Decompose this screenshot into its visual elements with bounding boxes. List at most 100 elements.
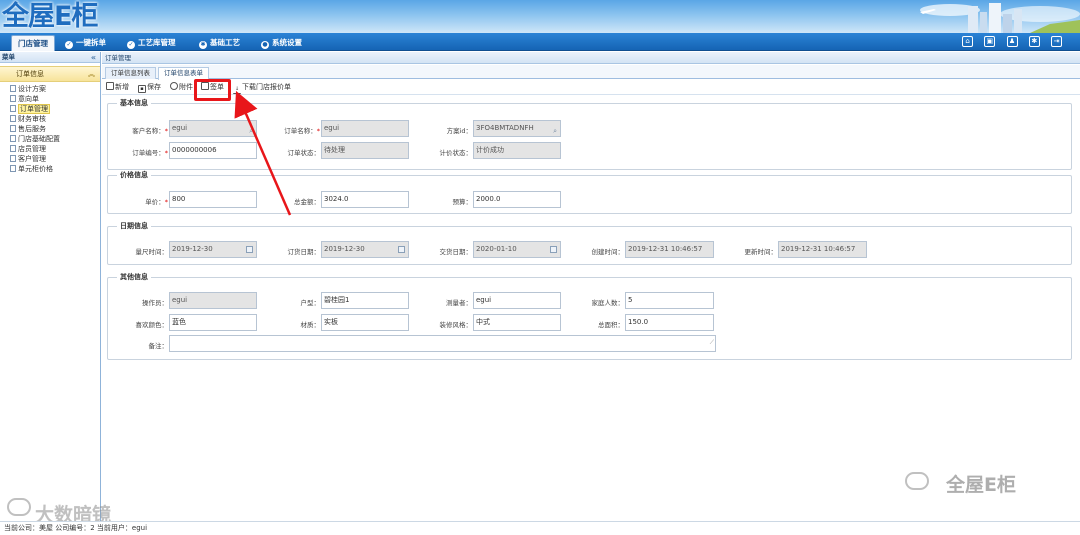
- created-time-field[interactable]: 2019-12-31 10:46:57: [625, 241, 714, 258]
- nav-icon-group: ⌂ ▣ ♟ ✱ ⇥: [953, 36, 1062, 49]
- sidebar-item-store-config[interactable]: 门店基础配置: [10, 134, 100, 144]
- unit-price-field[interactable]: 800: [169, 191, 257, 208]
- user-icon[interactable]: ♟: [1006, 36, 1018, 47]
- customer-name-field[interactable]: egui ⌕: [169, 120, 257, 137]
- save-button[interactable]: ▪ 保存: [138, 82, 161, 93]
- delivery-date-field[interactable]: 2020-01-10: [473, 241, 561, 258]
- watermark-right: 全屋E柜: [946, 474, 1016, 496]
- main-nav: 门店管理 ✓ 一键拆单 ✓ 工艺库管理 ✱ 基础工艺 ● 系统设置 ⌂ ▣ ♟ ✱ ⇥: [0, 33, 1080, 51]
- field-value: 2020-01-10: [476, 245, 517, 253]
- logout-icon[interactable]: ⇥: [1051, 36, 1062, 47]
- attachment-icon: [170, 82, 178, 90]
- total-field[interactable]: 3024.0: [321, 191, 409, 208]
- lock-icon[interactable]: ▣: [984, 36, 996, 47]
- search-icon[interactable]: ⌕: [249, 124, 253, 139]
- family-size-field[interactable]: 5: [625, 292, 714, 309]
- nav-tab-settings[interactable]: ● 系统设置: [261, 35, 302, 51]
- sidebar-item-order-mgmt[interactable]: 订单管理: [10, 104, 100, 114]
- calendar-icon[interactable]: [398, 246, 405, 253]
- total-area-field[interactable]: 150.0: [625, 314, 714, 331]
- material-field[interactable]: 实板: [321, 314, 409, 331]
- decor-style-label: 装修风格：: [439, 321, 473, 329]
- nav-tab-label: 一键拆单: [76, 38, 106, 47]
- total-area-label: 总面积：: [598, 321, 624, 329]
- home-icon[interactable]: ⌂: [962, 36, 974, 47]
- sidebar-item-staff[interactable]: 店员管理: [10, 144, 100, 154]
- download-icon: ↓: [233, 86, 241, 94]
- family-size-label: 家庭人数：: [591, 299, 625, 307]
- nav-tab-store[interactable]: 门店管理: [11, 35, 55, 51]
- new-button-label: 新增: [115, 83, 129, 91]
- document-icon: [10, 165, 16, 172]
- decor-style-field[interactable]: 中式: [473, 314, 561, 331]
- delivery-date-label: 交货日期：: [439, 248, 473, 256]
- order-no-field[interactable]: 0000000006: [169, 142, 257, 159]
- favorite-color-label: 喜欢颜色：: [135, 321, 169, 329]
- search-icon[interactable]: ⌕: [553, 124, 557, 139]
- calendar-icon[interactable]: [246, 246, 253, 253]
- document-icon: [10, 115, 16, 122]
- sidebar-item-intent[interactable]: 意向单: [10, 94, 100, 104]
- new-button[interactable]: 新增: [106, 82, 129, 93]
- sidebar-item-cabinet-price[interactable]: 单元柜价格: [10, 164, 100, 174]
- label-text: 客户名称：: [132, 127, 165, 135]
- attach-button-label: 附件: [179, 83, 193, 91]
- resize-handle-icon[interactable]: ⟋: [710, 335, 714, 350]
- remark-textarea[interactable]: ⟋: [169, 335, 716, 352]
- sidebar-item-design[interactable]: 设计方案: [10, 84, 100, 94]
- nav-tab-process-lib[interactable]: ✓ 工艺库管理: [127, 35, 176, 51]
- new-doc-icon: [106, 82, 114, 90]
- order-date-label: 订货日期：: [287, 248, 321, 256]
- order-name-field[interactable]: egui: [321, 120, 409, 137]
- download-quote-button[interactable]: ↓ 下载门店报价单: [233, 82, 291, 94]
- measurer-field[interactable]: egui: [473, 292, 561, 309]
- document-icon: [10, 145, 16, 152]
- price-status-field[interactable]: 计价成功: [473, 142, 561, 159]
- breadcrumb: 订单管理: [102, 52, 1080, 64]
- document-icon: [10, 105, 16, 112]
- field-value: egui: [172, 124, 188, 132]
- wechat-icon: [905, 472, 929, 490]
- form-toolbar: 新增 ▪ 保存 附件 签单 ↓ 下载门店报价单: [102, 80, 1080, 95]
- sidebar-item-finance[interactable]: 财务审核: [10, 114, 100, 124]
- plan-id-field[interactable]: 3FO4BMTADNFH ⌕: [473, 120, 561, 137]
- nav-tab-label: 工艺库管理: [138, 38, 176, 47]
- status-bar: 当前公司：美屋 公司编号：2 当前用户：egui: [0, 521, 1080, 535]
- gear-icon[interactable]: ✱: [1028, 36, 1040, 47]
- tab-order-list[interactable]: 订单信息列表: [105, 67, 156, 79]
- sidebar-item-after-sales[interactable]: 售后服务: [10, 124, 100, 134]
- nav-tab-one-click[interactable]: ✓ 一键拆单: [65, 35, 106, 51]
- download-button-label: 下载门店报价单: [242, 83, 291, 91]
- sidebar-header: 菜单 «: [0, 52, 100, 63]
- sidebar-group-label: 订单信息: [16, 70, 44, 78]
- section-title: 日期信息: [120, 222, 148, 230]
- document-icon: [10, 125, 16, 132]
- order-name-label: 订单名称：*: [270, 125, 320, 135]
- document-icon: [10, 85, 16, 92]
- budget-field[interactable]: 2000.0: [473, 191, 561, 208]
- sidebar-item-customer[interactable]: 客户管理: [10, 154, 100, 164]
- watermark-icon: [7, 498, 31, 516]
- collapse-icon[interactable]: «: [91, 52, 96, 63]
- nav-tab-label: 基础工艺: [210, 38, 240, 47]
- house-type-field[interactable]: 碧桂园1: [321, 292, 409, 309]
- save-icon: ▪: [138, 85, 146, 93]
- section-title: 其他信息: [120, 273, 148, 281]
- updated-time-field[interactable]: 2019-12-31 10:46:57: [778, 241, 867, 258]
- operator-field[interactable]: egui: [169, 292, 257, 309]
- sidebar: 菜单 « 订单信息 ︽ 设计方案 意向单 订单管理 财务审核 售后服务 门店基础…: [0, 52, 101, 521]
- order-status-field[interactable]: 待处理: [321, 142, 409, 159]
- nav-tab-basic-process[interactable]: ✱ 基础工艺: [199, 35, 240, 51]
- label-text: 单价：: [145, 198, 165, 206]
- favorite-color-field[interactable]: 蓝色: [169, 314, 257, 331]
- field-value: 2019-12-30: [172, 245, 213, 253]
- attach-button[interactable]: 附件: [170, 82, 193, 93]
- measure-date-label: 量尺时间：: [135, 248, 169, 256]
- content-tabs: 订单信息列表 订单信息表单: [102, 65, 1080, 80]
- order-date-field[interactable]: 2019-12-30: [321, 241, 409, 258]
- material-label: 材质：: [300, 321, 321, 329]
- calendar-icon[interactable]: [550, 246, 557, 253]
- measure-date-field[interactable]: 2019-12-30: [169, 241, 257, 258]
- required-mark: *: [316, 127, 320, 135]
- sidebar-group-order-info[interactable]: 订单信息 ︽: [0, 66, 100, 82]
